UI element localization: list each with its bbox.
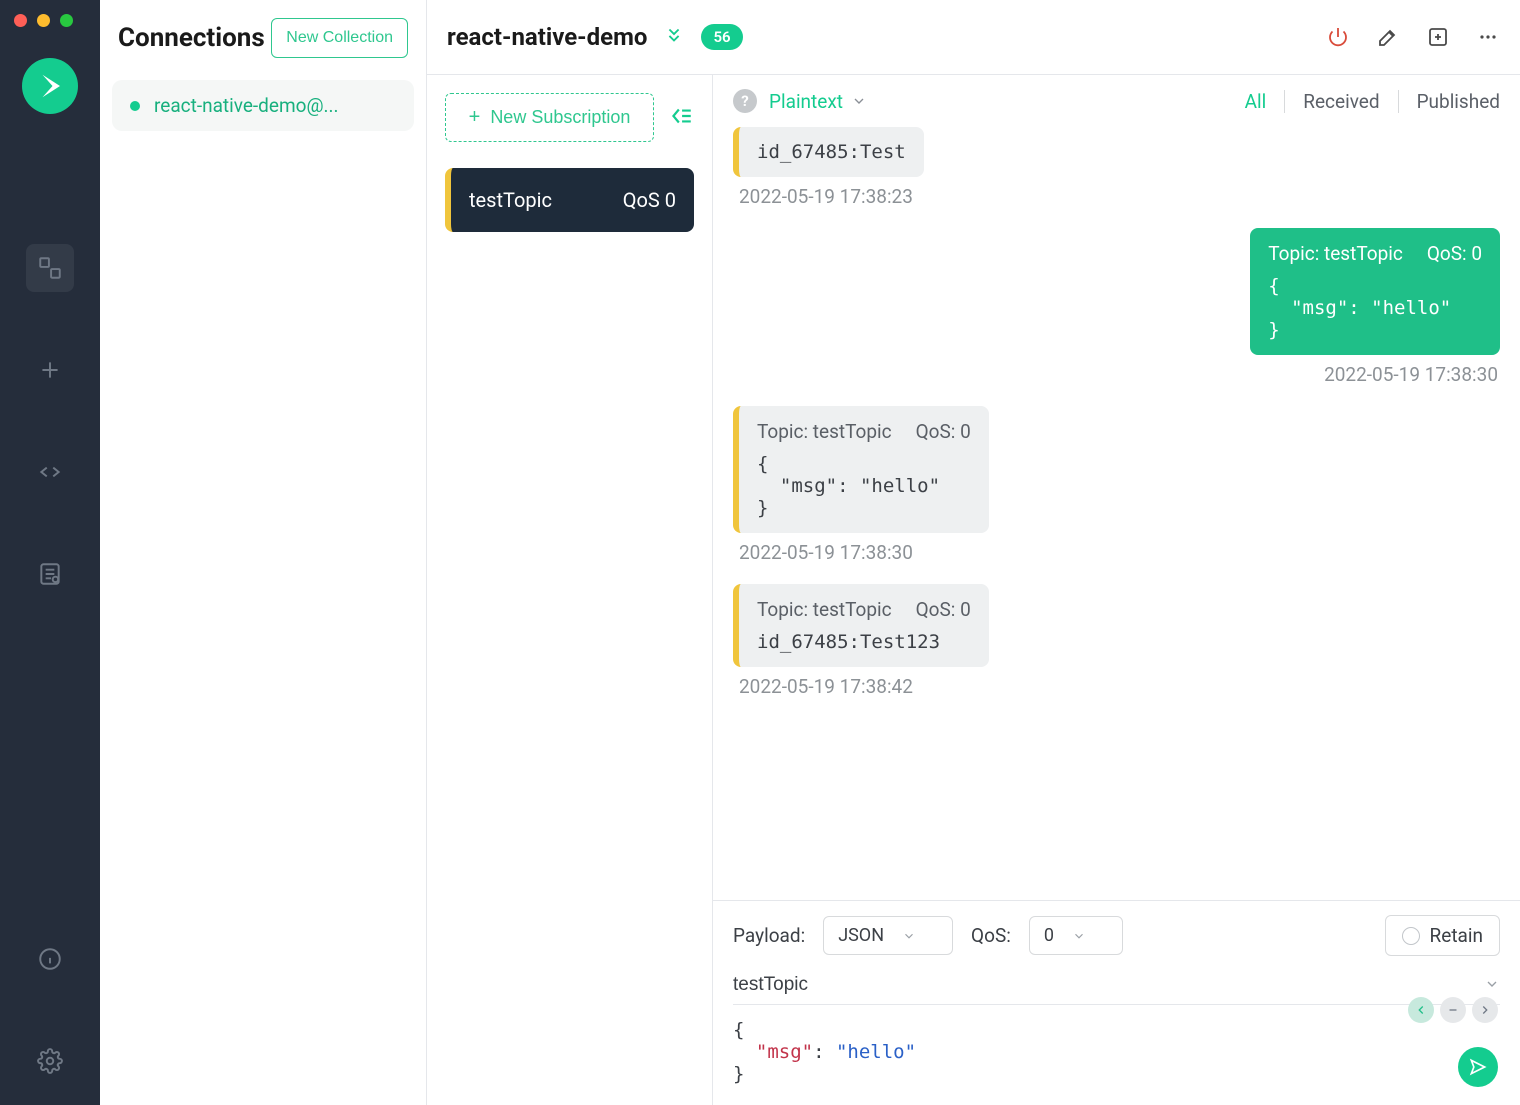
payload-format-label: Plaintext — [769, 90, 843, 113]
close-window-dot[interactable] — [14, 14, 27, 27]
message-body: id_67485:Test123 — [757, 631, 971, 653]
messages-panel: ? Plaintext All Received Published id_67… — [713, 75, 1520, 1105]
message-qos: QoS: 0 — [916, 598, 971, 621]
more-button[interactable] — [1476, 25, 1500, 49]
message-composer: Payload: JSON QoS: 0 Retain — [713, 900, 1520, 1105]
edit-button[interactable] — [1376, 25, 1400, 49]
message-body: { "msg": "hello" } — [1268, 275, 1482, 341]
connection-status-dot — [130, 101, 140, 111]
retain-label: Retain — [1430, 924, 1483, 947]
nav-logs[interactable] — [26, 550, 74, 598]
plus-icon: + — [469, 106, 481, 129]
tab-received[interactable]: Received — [1285, 90, 1398, 113]
maximize-window-dot[interactable] — [60, 14, 73, 27]
chevron-down-icon[interactable] — [1484, 976, 1500, 992]
app-logo — [22, 58, 78, 114]
history-controls — [1408, 997, 1498, 1023]
retain-radio — [1402, 927, 1420, 945]
qos-value: 0 — [1044, 925, 1054, 946]
payload-type-select[interactable]: JSON — [823, 916, 953, 955]
send-button[interactable] — [1458, 1047, 1498, 1087]
qos-label: QoS: — [971, 924, 1011, 947]
new-window-button[interactable] — [1426, 25, 1450, 49]
message-bubble: Topic: testTopic QoS: 0 { "msg": "hello" } — [733, 406, 989, 533]
payload-editor[interactable]: { "msg": "hello" } — [733, 1015, 1500, 1085]
new-subscription-button[interactable]: + New Subscription — [445, 93, 654, 142]
message-bubble: Topic: testTopic QoS: 0 id_67485:Test123 — [733, 584, 989, 667]
message-timestamp: 2022-05-19 17:38:30 — [1324, 363, 1500, 386]
connection-header: react-native-demo 56 — [427, 0, 1520, 75]
tab-published[interactable]: Published — [1399, 90, 1500, 113]
nav-rail — [0, 0, 100, 1105]
minimize-window-dot[interactable] — [37, 14, 50, 27]
new-collection-button[interactable]: New Collection — [271, 18, 408, 58]
connections-panel: Connections New Collection react-native-… — [100, 0, 427, 1105]
history-next-button[interactable] — [1472, 997, 1498, 1023]
message-timestamp: 2022-05-19 17:38:30 — [733, 541, 913, 564]
qos-select[interactable]: 0 — [1029, 916, 1123, 955]
nav-connections[interactable] — [26, 244, 74, 292]
message-timestamp: 2022-05-19 17:38:42 — [733, 675, 913, 698]
connections-title: Connections — [118, 23, 265, 53]
subscription-topic-card[interactable]: testTopic QoS 0 — [445, 168, 694, 232]
connection-title: react-native-demo — [447, 23, 647, 51]
retain-toggle[interactable]: Retain — [1385, 915, 1500, 956]
message-qos: QoS: 0 — [1427, 242, 1482, 265]
nav-settings[interactable] — [26, 1037, 74, 1085]
expand-icon[interactable] — [663, 24, 685, 50]
payload-type-value: JSON — [838, 925, 884, 946]
subscriptions-panel: + New Subscription testTopic QoS 0 — [427, 75, 713, 1105]
nav-new[interactable] — [26, 346, 74, 394]
history-minus-button[interactable] — [1440, 997, 1466, 1023]
topic-qos: QoS 0 — [623, 188, 676, 212]
message-filter-tabs: All Received Published — [1227, 90, 1500, 113]
collapse-panel-icon[interactable] — [668, 103, 694, 133]
message-body: id_67485:Test — [757, 141, 906, 163]
nav-info[interactable] — [26, 935, 74, 983]
window-controls — [14, 14, 73, 27]
message-topic: Topic: testTopic — [757, 598, 892, 621]
topic-name: testTopic — [469, 188, 552, 212]
payload-format-select[interactable]: Plaintext — [769, 90, 867, 113]
topic-input[interactable] — [733, 966, 1500, 1005]
message-timestamp: 2022-05-19 17:38:23 — [733, 185, 913, 208]
history-prev-button[interactable] — [1408, 997, 1434, 1023]
tab-all[interactable]: All — [1227, 90, 1286, 113]
message-body: { "msg": "hello" } — [757, 453, 971, 519]
new-subscription-label: New Subscription — [490, 107, 630, 128]
message-count-badge: 56 — [701, 24, 742, 50]
message-bubble: id_67485:Test — [733, 127, 924, 177]
message-qos: QoS: 0 — [916, 420, 971, 443]
nav-scripts[interactable] — [26, 448, 74, 496]
connection-name: react-native-demo@... — [154, 94, 339, 117]
message-bubble: Topic: testTopic QoS: 0 { "msg": "hello" } — [1250, 228, 1500, 355]
payload-label: Payload: — [733, 924, 805, 947]
disconnect-button[interactable] — [1326, 25, 1350, 49]
help-badge[interactable]: ? — [733, 89, 757, 113]
message-topic: Topic: testTopic — [1268, 242, 1403, 265]
connection-item[interactable]: react-native-demo@... — [112, 80, 414, 131]
message-topic: Topic: testTopic — [757, 420, 892, 443]
